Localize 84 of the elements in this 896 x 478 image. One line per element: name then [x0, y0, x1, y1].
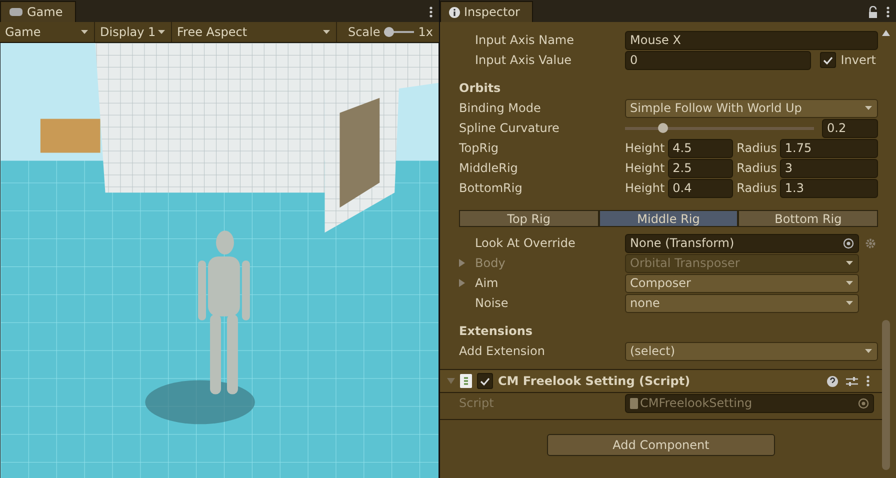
- dropdown-value: (select): [630, 344, 676, 358]
- scroll-up-icon[interactable]: [882, 30, 890, 36]
- object-value: None (Transform): [630, 236, 734, 250]
- scale-value: 1x: [418, 25, 433, 39]
- dropdown[interactable]: Simple Follow With World Up: [625, 98, 878, 118]
- gear-icon[interactable]: [865, 238, 876, 248]
- field-label: Add Extension: [459, 344, 546, 358]
- field-label: Radius: [736, 161, 777, 175]
- more-options-icon[interactable]: [886, 6, 890, 18]
- field-label: Look At Override: [475, 236, 576, 250]
- dropdown[interactable]: (select): [625, 342, 878, 360]
- number-field[interactable]: 0.4: [668, 178, 733, 198]
- field-label: Input Axis Name: [475, 33, 575, 47]
- invert-checkbox[interactable]: [820, 52, 836, 68]
- enabled-checkbox[interactable]: [477, 373, 493, 389]
- checkmark-icon: [480, 376, 490, 386]
- dropdown-value: Orbital Transposer: [630, 256, 740, 270]
- dropdown-label: Display 1: [100, 25, 156, 39]
- caret-icon: [864, 347, 873, 355]
- dropdown-value: Composer: [630, 276, 691, 290]
- lock-icon[interactable]: [868, 6, 878, 18]
- dropdown[interactable]: Composer: [625, 274, 859, 292]
- dropdown[interactable]: none: [625, 294, 859, 312]
- number-field[interactable]: 4.5: [668, 138, 733, 158]
- more-options-icon[interactable]: [429, 6, 433, 18]
- caret-icon: [864, 104, 873, 112]
- field-label: Height: [625, 141, 665, 155]
- number-field[interactable]: 1.3: [780, 178, 878, 198]
- number-field[interactable]: 3: [780, 158, 878, 178]
- field-label: Height: [625, 161, 665, 175]
- script-file-icon: [630, 398, 638, 408]
- rig-tab[interactable]: Middle Rig: [598, 210, 738, 227]
- dropdown-value: Simple Follow With World Up: [630, 101, 802, 115]
- dropdown-value: none: [630, 296, 660, 310]
- field-label: Body: [475, 256, 506, 270]
- field-label: Spline Curvature: [459, 121, 560, 135]
- field-label: Height: [625, 181, 665, 195]
- slider-thumb[interactable]: [384, 27, 394, 37]
- add-component-button[interactable]: Add Component: [547, 434, 775, 456]
- text-field[interactable]: Mouse X: [625, 30, 878, 50]
- field-label: BottomRig: [459, 181, 524, 195]
- scale-label: Scale: [348, 25, 380, 39]
- game-tab[interactable]: Game: [0, 1, 76, 22]
- sliders-icon[interactable]: [846, 376, 858, 386]
- checkmark-icon: [822, 56, 833, 64]
- object-field[interactable]: None (Transform): [625, 234, 859, 252]
- more-options-icon[interactable]: [866, 375, 870, 387]
- caret-icon: [845, 299, 854, 307]
- help-icon[interactable]: [827, 376, 838, 386]
- section-heading: Extensions: [459, 324, 533, 338]
- scrollbar-thumb[interactable]: [882, 320, 890, 470]
- caret-icon: [845, 279, 854, 287]
- field-label: Script: [459, 396, 495, 410]
- caret-icon: [157, 28, 166, 36]
- field-label: Radius: [736, 141, 777, 155]
- dropdown-label: Free Aspect: [177, 25, 248, 39]
- inspector-tab[interactable]: Inspector: [440, 1, 533, 22]
- invert-label: Invert: [840, 53, 876, 67]
- field-label: Radius: [736, 181, 777, 195]
- text-field[interactable]: 0: [625, 50, 811, 70]
- info-icon: [449, 6, 460, 18]
- target-icon: [858, 398, 869, 408]
- dropdown-label: Game: [5, 25, 41, 39]
- caret-icon: [322, 28, 331, 36]
- field-label: Binding Mode: [459, 101, 542, 115]
- field-label: MiddleRig: [459, 161, 519, 175]
- slider-thumb[interactable]: [658, 123, 668, 133]
- number-field[interactable]: 0.2: [822, 118, 878, 138]
- object-value: CMFreelookSetting: [640, 396, 754, 410]
- section-heading: Orbits: [459, 81, 501, 95]
- rig-tab[interactable]: Top Rig: [459, 210, 599, 227]
- caret-icon: [80, 28, 89, 36]
- field-label: TopRig: [459, 141, 500, 155]
- number-field[interactable]: 1.75: [780, 138, 878, 158]
- field-label: Input Axis Value: [475, 53, 573, 67]
- field-label: Noise: [475, 296, 510, 310]
- caret-icon: [845, 259, 854, 267]
- field-label: Aim: [475, 276, 500, 290]
- script-file-icon: [460, 374, 472, 388]
- rig-tab[interactable]: Bottom Rig: [738, 210, 878, 227]
- component-title: CM Freelook Setting (Script): [498, 374, 692, 388]
- target-icon[interactable]: [843, 238, 854, 248]
- number-field[interactable]: 2.5: [668, 158, 733, 178]
- expand-arrow-icon[interactable]: [459, 279, 465, 287]
